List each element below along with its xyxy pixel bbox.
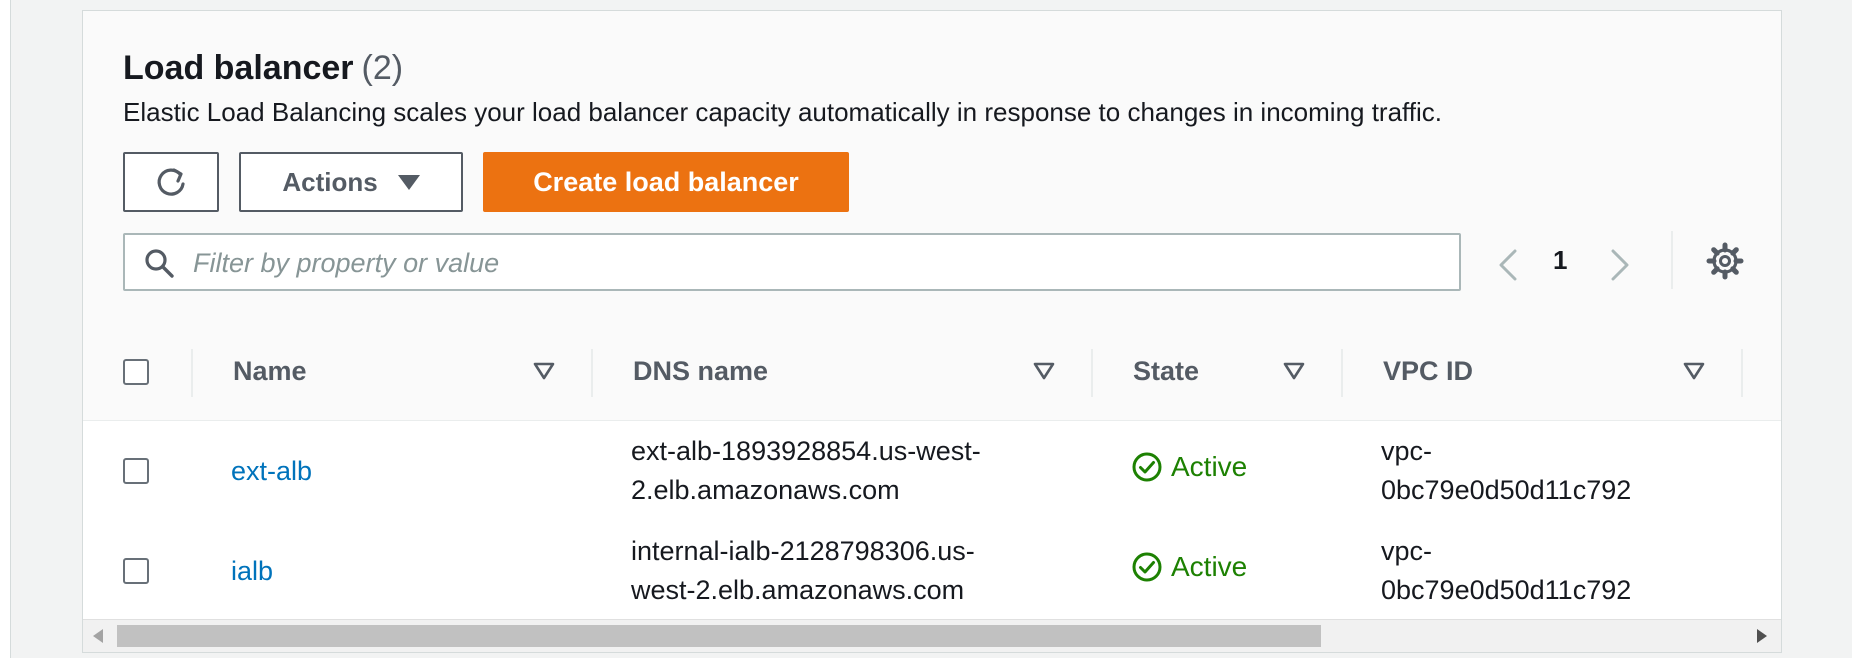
load-balancer-name-link[interactable]: ext-alb xyxy=(231,452,312,491)
column-divider xyxy=(1341,349,1343,397)
dns-name-line: west-2.elb.amazonaws.com xyxy=(631,575,965,605)
create-load-balancer-button[interactable]: Create load balancer xyxy=(483,152,849,212)
refresh-icon xyxy=(157,168,185,196)
caret-down-icon xyxy=(397,174,420,190)
sort-triangle-icon[interactable] xyxy=(1282,359,1306,383)
vpc-id-line: vpc- xyxy=(1381,536,1433,566)
vpc-id-line: 0bc79e0d50d11c792 xyxy=(1381,575,1632,605)
status-label: Active xyxy=(1171,551,1248,582)
column-header-vpc-id[interactable]: VPC ID xyxy=(1383,323,1473,420)
scrollbar-thumb[interactable] xyxy=(117,625,1321,647)
dns-name-line: 2.elb.amazonaws.com xyxy=(631,475,900,505)
vpc-id-cell: vpc- 0bc79e0d50d11c792 xyxy=(1381,532,1631,610)
scroll-left-arrow-icon[interactable] xyxy=(93,629,103,643)
sort-triangle-icon[interactable] xyxy=(1032,359,1056,383)
current-page-number[interactable]: 1 xyxy=(1553,245,1567,276)
table-header-row: Name DNS name State VPC ID xyxy=(83,323,1781,422)
vpc-id-line: vpc- xyxy=(1381,436,1433,466)
scroll-right-arrow-icon[interactable] xyxy=(1757,629,1767,643)
load-balancer-panel: Load balancer (2) Elastic Load Balancing … xyxy=(82,10,1782,653)
panel-header: Load balancer (2) Elastic Load Balancing … xyxy=(83,11,1781,324)
horizontal-scrollbar[interactable] xyxy=(83,619,1781,652)
column-divider xyxy=(1741,349,1743,397)
table-row: ialb internal-ialb-2128798306.us- west-2… xyxy=(83,521,1781,623)
check-circle-icon xyxy=(1132,452,1162,482)
column-header-vpc-label: VPC ID xyxy=(1383,356,1474,386)
sort-triangle-icon[interactable] xyxy=(1682,359,1706,383)
status-badge: Active xyxy=(1131,451,1247,483)
load-balancer-name-link[interactable]: ialb xyxy=(231,552,273,591)
page-description: Elastic Load Balancing scales your load … xyxy=(123,97,1443,127)
column-header-name[interactable]: Name xyxy=(233,323,307,420)
pagination-divider xyxy=(1671,231,1673,289)
row-checkbox[interactable] xyxy=(123,558,149,584)
column-divider xyxy=(591,349,593,397)
refresh-button[interactable] xyxy=(123,152,219,212)
table-row: ext-alb ext-alb-1893928854.us-west- 2.el… xyxy=(83,421,1781,523)
filter-field xyxy=(123,233,1461,291)
check-circle-icon xyxy=(1132,552,1162,582)
column-header-dns-name[interactable]: DNS name xyxy=(633,323,768,420)
column-header-name-label: Name xyxy=(233,356,307,386)
status-badge: Active xyxy=(1131,551,1247,583)
column-header-dns-label: DNS name xyxy=(633,356,769,386)
search-icon xyxy=(145,249,174,278)
column-header-state[interactable]: State xyxy=(1133,323,1199,420)
create-label: Create load balancer xyxy=(533,166,799,197)
actions-dropdown-button[interactable]: Actions xyxy=(239,152,463,212)
dns-name-line: ext-alb-1893928854.us-west- xyxy=(631,436,981,466)
sort-triangle-icon[interactable] xyxy=(532,359,556,383)
gear-icon[interactable] xyxy=(1705,241,1745,281)
actions-label: Actions xyxy=(282,166,378,197)
column-divider xyxy=(1091,349,1093,397)
column-divider xyxy=(191,349,193,397)
row-checkbox[interactable] xyxy=(123,458,149,484)
item-count: (2) xyxy=(361,49,404,87)
dns-name-cell: internal-ialb-2128798306.us- west-2.elb.… xyxy=(631,532,975,610)
dns-name-line: internal-ialb-2128798306.us- xyxy=(631,536,975,566)
vpc-id-line: 0bc79e0d50d11c792 xyxy=(1381,475,1632,505)
page-title: Load balancer (2) xyxy=(123,49,403,88)
page-title-text: Load balancer xyxy=(123,49,354,87)
select-all-checkbox[interactable] xyxy=(123,359,149,385)
vpc-id-cell: vpc- 0bc79e0d50d11c792 xyxy=(1381,432,1631,510)
dns-name-cell: ext-alb-1893928854.us-west- 2.elb.amazon… xyxy=(631,432,981,510)
column-header-state-label: State xyxy=(1133,356,1200,386)
left-page-edge xyxy=(0,0,11,658)
chevron-right-icon[interactable] xyxy=(1605,247,1635,283)
filter-input[interactable] xyxy=(191,243,1435,283)
chevron-left-icon[interactable] xyxy=(1493,247,1523,283)
status-label: Active xyxy=(1171,451,1248,482)
